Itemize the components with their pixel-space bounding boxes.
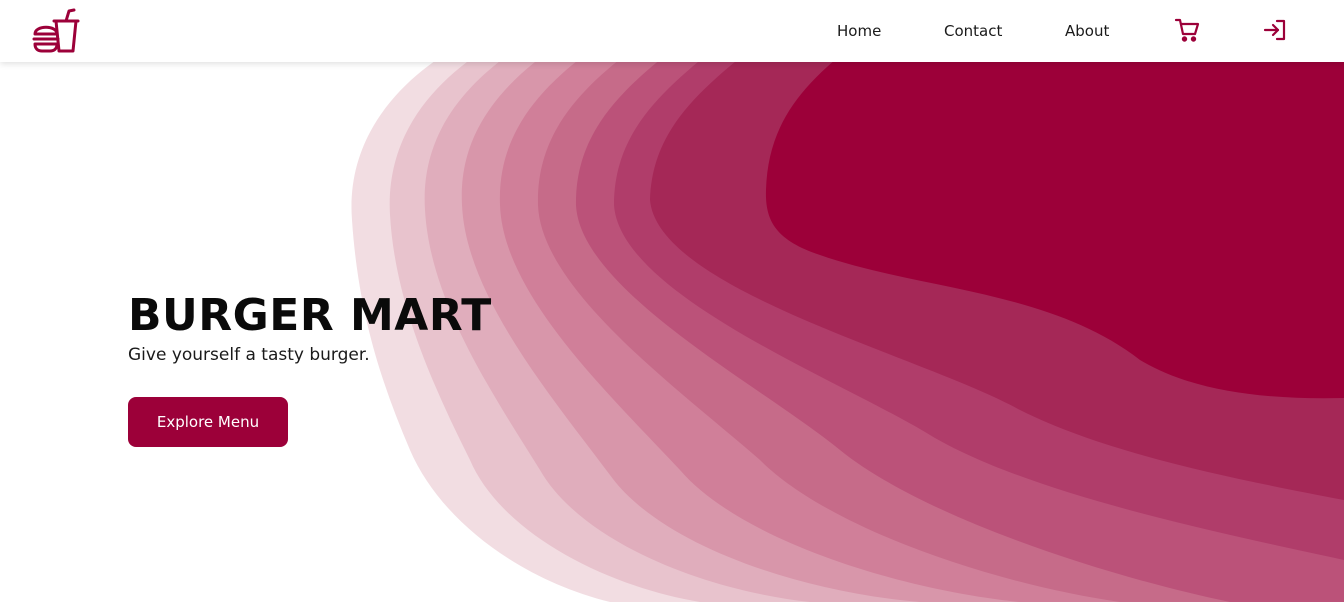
navbar: Home Contact About bbox=[0, 0, 1344, 62]
hero-title: BURGER MART bbox=[128, 290, 492, 341]
shopping-cart-icon[interactable] bbox=[1174, 17, 1200, 43]
wave-layers bbox=[351, 40, 1344, 602]
fast-food-burger-drink-icon[interactable] bbox=[30, 7, 80, 55]
hero-subtitle: Give yourself a tasty burger. bbox=[128, 345, 370, 365]
nav-link-home[interactable]: Home bbox=[837, 21, 881, 41]
explore-menu-button[interactable]: Explore Menu bbox=[128, 397, 288, 447]
nav-link-contact[interactable]: Contact bbox=[944, 21, 1002, 41]
hero-content: BURGER MART Give yourself a tasty burger… bbox=[128, 288, 492, 366]
login-arrow-icon[interactable] bbox=[1262, 17, 1288, 43]
page: Home Contact About BURGER MART Give your… bbox=[0, 0, 1344, 602]
nav-link-about[interactable]: About bbox=[1065, 21, 1109, 41]
